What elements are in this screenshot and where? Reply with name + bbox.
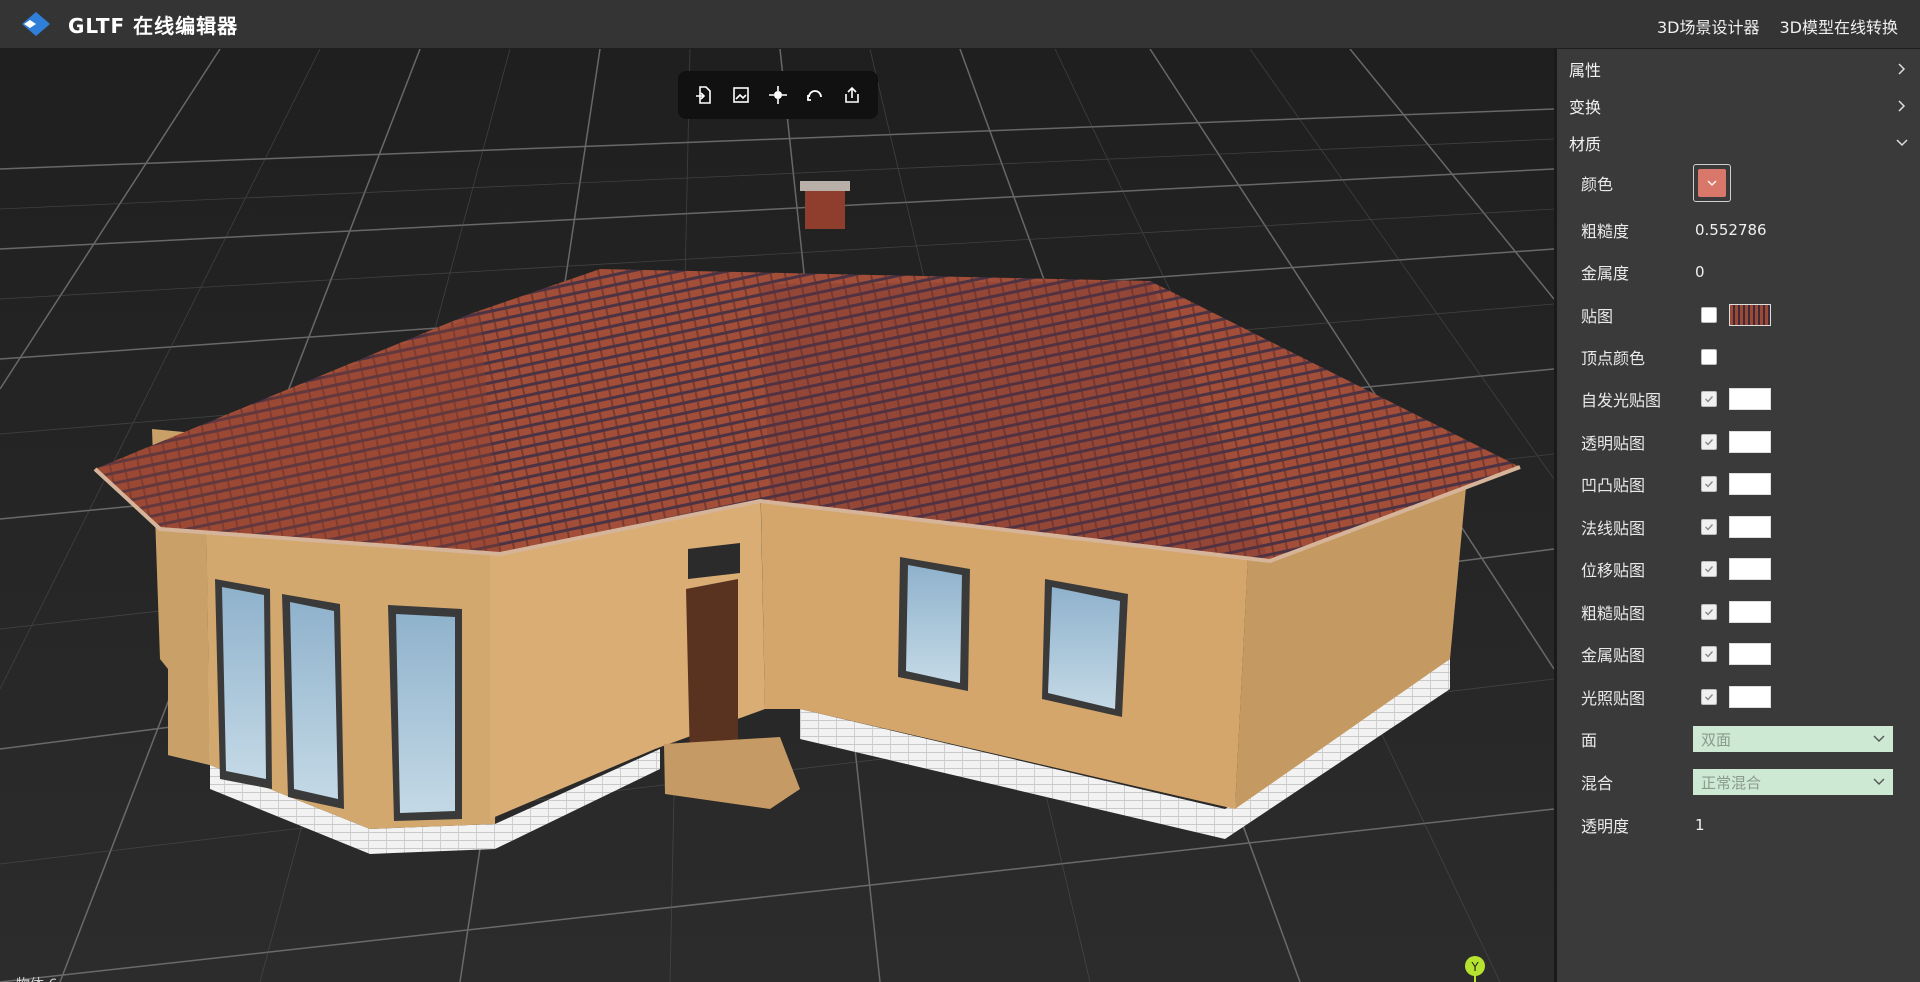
color-picker[interactable] <box>1693 164 1731 202</box>
opacity-input[interactable]: 1 <box>1695 816 1705 834</box>
chevron-down-icon <box>1707 180 1717 186</box>
app-title: GLTF 在线编辑器 <box>68 14 239 38</box>
texture-map-row: 凹凸贴图 <box>1581 468 1911 500</box>
blend-label: 混合 <box>1581 774 1614 793</box>
3d-viewport[interactable]: 物体 6 Y <box>0 49 1554 982</box>
texture-map-slot[interactable] <box>1729 430 1771 453</box>
texture-map-slot[interactable] <box>1729 685 1771 708</box>
texture-map-label: 位移贴图 <box>1581 561 1646 580</box>
section-material-label: 材质 <box>1569 135 1602 154</box>
opacity-label: 透明度 <box>1581 817 1630 836</box>
object-count-status: 物体 6 <box>16 974 57 982</box>
check-icon <box>1705 693 1714 701</box>
check-icon <box>1705 608 1714 616</box>
map-checkbox[interactable] <box>1701 307 1717 323</box>
texture-map-label: 凹凸贴图 <box>1581 476 1646 495</box>
texture-map-label: 法线贴图 <box>1581 518 1646 538</box>
texture-map-slot[interactable] <box>1729 388 1771 410</box>
texture-map-label: 金属贴图 <box>1581 646 1646 665</box>
vertex-color-checkbox[interactable] <box>1701 349 1717 365</box>
texture-map-row: 粗糙贴图 <box>1581 596 1911 628</box>
section-transform-label: 变换 <box>1569 98 1602 117</box>
side-select-value: 双面 <box>1701 730 1732 749</box>
texture-map-checkbox[interactable] <box>1701 391 1717 407</box>
texture-map-row: 光照贴图 <box>1581 681 1911 713</box>
texture-map-row: 位移贴图 <box>1581 553 1911 585</box>
color-label: 颜色 <box>1581 175 1614 194</box>
texture-map-slot[interactable] <box>1729 600 1771 623</box>
texture-map-checkbox[interactable] <box>1701 433 1717 450</box>
check-icon <box>1705 651 1714 658</box>
texture-map-checkbox[interactable] <box>1701 646 1717 662</box>
image-icon[interactable] <box>727 81 755 109</box>
texture-map-row: 自发光贴图 <box>1581 383 1911 415</box>
map-row: 贴图 <box>1581 299 1911 331</box>
chevron-down-icon <box>1873 735 1885 742</box>
texture-map-row: 透明贴图 <box>1581 426 1911 458</box>
section-transform-header[interactable]: 变换 <box>1569 92 1909 120</box>
texture-map-checkbox[interactable] <box>1701 476 1717 492</box>
check-icon <box>1705 481 1714 488</box>
section-material-header[interactable]: 材质 <box>1569 129 1909 157</box>
texture-map-label: 透明贴图 <box>1581 433 1646 453</box>
vertex-color-label: 顶点颜色 <box>1581 349 1646 368</box>
map-texture-thumbnail[interactable] <box>1729 304 1771 326</box>
map-label: 贴图 <box>1581 307 1614 326</box>
focus-icon[interactable] <box>764 81 792 109</box>
texture-map-label: 光照贴图 <box>1581 688 1646 708</box>
side-select[interactable]: 双面 <box>1693 726 1893 752</box>
logo-icon <box>22 12 50 36</box>
blend-select[interactable]: 正常混合 <box>1693 769 1893 795</box>
section-properties-label: 属性 <box>1569 61 1602 80</box>
roughness-row: 粗糙度 0.552786 <box>1581 214 1911 246</box>
texture-map-row: 金属贴图 <box>1581 638 1911 670</box>
texture-map-slot[interactable] <box>1729 643 1771 665</box>
metalness-input[interactable]: 0 <box>1695 263 1705 281</box>
texture-map-checkbox[interactable] <box>1701 688 1717 705</box>
chevron-down-icon <box>1896 139 1908 147</box>
color-swatch <box>1698 169 1726 197</box>
blend-row: 混合 正常混合 <box>1581 766 1911 798</box>
link-model-converter[interactable]: 3D模型在线转换 <box>1779 14 1898 38</box>
check-icon <box>1705 396 1714 403</box>
check-icon <box>1705 438 1714 446</box>
opacity-row: 透明度 1 <box>1581 809 1911 841</box>
side-label: 面 <box>1581 731 1598 750</box>
blend-select-value: 正常混合 <box>1701 773 1762 792</box>
roughness-input[interactable]: 0.552786 <box>1695 221 1767 239</box>
roughness-label: 粗糙度 <box>1581 222 1630 241</box>
texture-map-row: 法线贴图 <box>1581 511 1911 543</box>
axis-y-label: Y <box>1470 960 1479 974</box>
check-icon <box>1705 566 1714 573</box>
axis-gizmo[interactable]: Y <box>1430 954 1520 982</box>
import-icon[interactable] <box>690 81 718 109</box>
vertex-color-row: 顶点颜色 <box>1581 341 1911 373</box>
material-color-row: 颜色 <box>1581 164 1911 202</box>
texture-map-checkbox[interactable] <box>1701 518 1717 535</box>
texture-map-label: 粗糙贴图 <box>1581 603 1646 623</box>
texture-map-slot[interactable] <box>1729 558 1771 580</box>
chevron-down-icon <box>1873 778 1885 785</box>
top-bar: GLTF 在线编辑器 3D场景设计器 3D模型在线转换 <box>0 0 1920 49</box>
metalness-row: 金属度 0 <box>1581 256 1911 288</box>
texture-map-label: 自发光贴图 <box>1581 391 1662 410</box>
reset-icon[interactable] <box>801 81 829 109</box>
metalness-label: 金属度 <box>1581 264 1630 283</box>
section-properties-header[interactable]: 属性 <box>1569 55 1909 83</box>
texture-map-slot[interactable] <box>1729 473 1771 495</box>
check-icon <box>1705 523 1714 531</box>
viewport-toolbar <box>678 71 878 119</box>
side-row: 面 双面 <box>1581 723 1911 755</box>
top-links: 3D场景设计器 3D模型在线转换 <box>1657 14 1898 38</box>
chevron-right-icon <box>1898 100 1906 112</box>
texture-map-slot[interactable] <box>1729 515 1771 538</box>
texture-map-checkbox[interactable] <box>1701 561 1717 577</box>
export-icon[interactable] <box>838 81 866 109</box>
property-panel: 属性 变换 材质 颜色 粗糙度 0.552786 金属度 0 贴图 顶点颜色 自… <box>1557 49 1920 982</box>
scene-canvas[interactable] <box>0 49 1554 982</box>
link-scene-designer[interactable]: 3D场景设计器 <box>1657 14 1760 38</box>
chevron-right-icon <box>1898 63 1906 75</box>
texture-map-checkbox[interactable] <box>1701 603 1717 620</box>
